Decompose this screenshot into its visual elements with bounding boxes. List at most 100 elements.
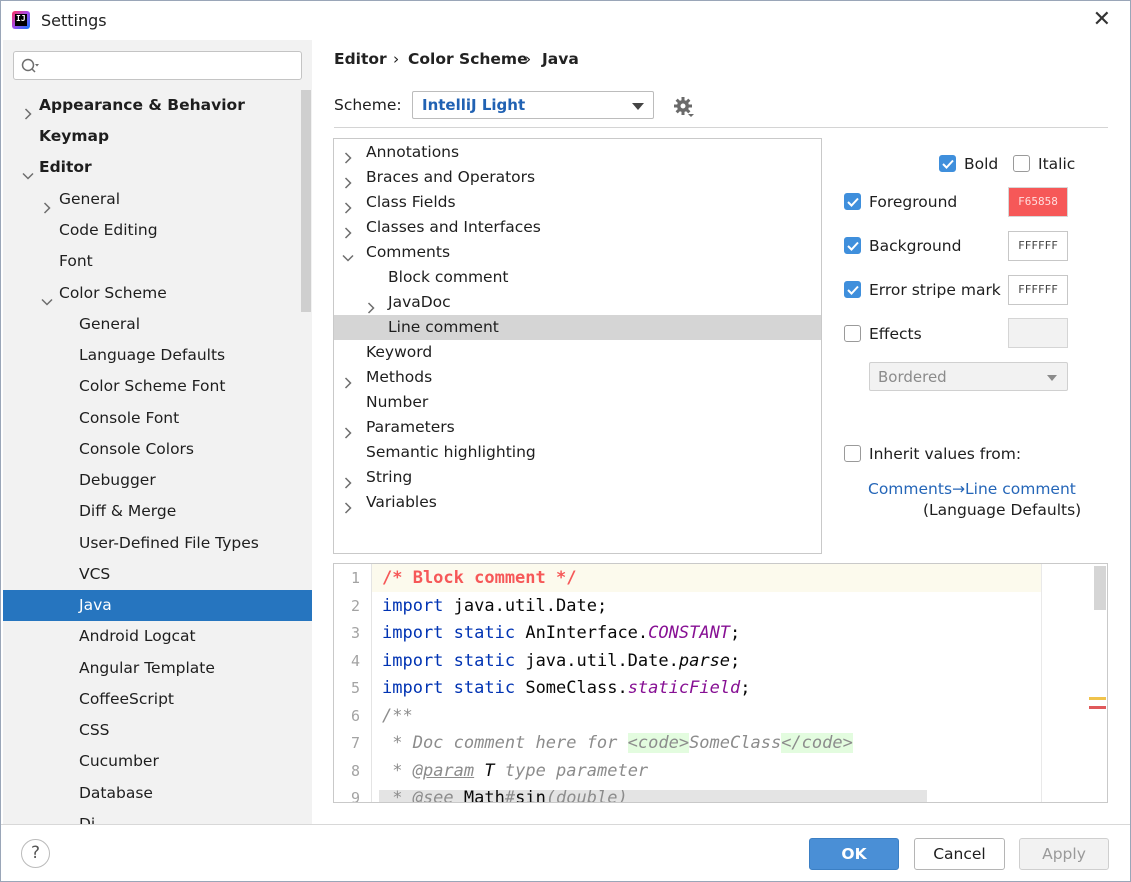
sidebar-item-java[interactable]: Java (3, 590, 312, 621)
sidebar-item-label: Console Colors (79, 440, 195, 458)
help-button[interactable]: ? (21, 839, 50, 868)
attribute-annotations[interactable]: Annotations (334, 140, 821, 165)
sidebar-item-code-editing[interactable]: Code Editing (3, 215, 312, 246)
chevron-down-icon[interactable] (342, 247, 354, 262)
preview-scrollbar[interactable] (1094, 566, 1106, 610)
sidebar-scrollbar[interactable] (301, 90, 311, 312)
close-icon[interactable]: ✕ (1093, 8, 1111, 32)
attribute-variables[interactable]: Variables (334, 490, 821, 515)
chevron-right-icon[interactable] (342, 172, 354, 189)
sidebar-item-cucumber[interactable]: Cucumber (3, 746, 312, 777)
separator (334, 127, 1108, 128)
attribute-class-fields[interactable]: Class Fields (334, 190, 821, 215)
sidebar-item-keymap[interactable]: Keymap (3, 121, 312, 152)
attribute-classes-and-interfaces[interactable]: Classes and Interfaces (334, 215, 821, 240)
code-line: * Doc comment here for <code>SomeClass</… (382, 730, 853, 757)
attribute-label: Classes and Interfaces (366, 218, 541, 236)
chevron-down-icon[interactable] (22, 162, 34, 180)
inherit-link[interactable]: Comments→Line comment (868, 480, 1076, 498)
code-token: # (504, 788, 516, 803)
sidebar-item-angular-template[interactable]: Angular Template (3, 653, 312, 684)
code-token: staticField (627, 678, 741, 698)
attribute-string[interactable]: String (334, 465, 821, 490)
attribute-number[interactable]: Number (334, 390, 821, 415)
sidebar-item-label: Android Logcat (79, 627, 196, 645)
error-stripe-color-swatch[interactable]: FFFFFF (1008, 275, 1068, 305)
sidebar-item-general[interactable]: General (3, 184, 312, 215)
sidebar-item-database[interactable]: Database (3, 778, 312, 809)
sidebar-item-appearance-behavior[interactable]: Appearance & Behavior (3, 90, 312, 121)
attribute-braces-and-operators[interactable]: Braces and Operators (334, 165, 821, 190)
chevron-right-icon[interactable] (342, 147, 354, 164)
sidebar-item-color-scheme[interactable]: Color Scheme (3, 278, 312, 309)
sidebar-item-editor[interactable]: Editor (3, 152, 312, 183)
sidebar-item-language-defaults[interactable]: Language Defaults (3, 340, 312, 371)
chevron-right-icon[interactable] (365, 297, 377, 314)
sidebar-item-font[interactable]: Font (3, 246, 312, 277)
attribute-parameters[interactable]: Parameters (334, 415, 821, 440)
breadcrumb-editor[interactable]: Editor (334, 50, 387, 68)
italic-checkbox[interactable] (1013, 155, 1030, 172)
chevron-right-icon[interactable] (41, 194, 53, 214)
foreground-color-swatch[interactable]: F65858 (1008, 187, 1068, 217)
inherit-label: Inherit values from: (869, 445, 1022, 463)
scheme-dropdown[interactable]: IntelliJ Light (412, 91, 654, 119)
scheme-dropdown-value: IntelliJ Light (422, 96, 526, 114)
sidebar-item-label: User-Defined File Types (79, 534, 259, 552)
bold-checkbox[interactable] (939, 155, 956, 172)
inherit-note: (Language Defaults) (923, 501, 1082, 519)
effects-checkbox[interactable] (844, 325, 861, 342)
attribute-line-comment[interactable]: Line comment (334, 315, 821, 340)
attribute-comments[interactable]: Comments (334, 240, 821, 265)
sidebar-item-label: Appearance & Behavior (39, 96, 245, 114)
line-number: 1 (350, 569, 360, 587)
inherit-checkbox[interactable] (844, 445, 861, 462)
chevron-right-icon[interactable] (342, 197, 354, 214)
sidebar-item-di[interactable]: Di... (3, 809, 312, 824)
chevron-right-icon[interactable] (342, 497, 354, 514)
warning-stripe-marker[interactable] (1089, 697, 1106, 700)
apply-button[interactable]: Apply (1019, 838, 1109, 870)
sidebar-item-coffeescript[interactable]: CoffeeScript (3, 684, 312, 715)
code-token: /* Block comment */ (382, 568, 577, 588)
breadcrumb-color-scheme[interactable]: Color Scheme (408, 50, 528, 68)
gear-icon[interactable] (673, 96, 695, 118)
sidebar-item-vcs[interactable]: VCS (3, 559, 312, 590)
code-token: T (484, 760, 495, 781)
chevron-right-icon[interactable] (342, 472, 354, 489)
error-stripe-marker[interactable] (1089, 706, 1106, 709)
chevron-right-icon[interactable] (342, 422, 354, 439)
sidebar-item-debugger[interactable]: Debugger (3, 465, 312, 496)
chevron-right-icon[interactable] (342, 372, 354, 389)
sidebar-item-console-colors[interactable]: Console Colors (3, 434, 312, 465)
error-stripe-checkbox[interactable] (844, 281, 861, 298)
effects-style-dropdown[interactable]: Bordered (869, 362, 1068, 391)
sidebar-item-user-defined-file-types[interactable]: User-Defined File Types (3, 528, 312, 559)
sidebar-item-android-logcat[interactable]: Android Logcat (3, 621, 312, 652)
attribute-javadoc[interactable]: JavaDoc (334, 290, 821, 315)
cancel-button[interactable]: Cancel (914, 838, 1005, 870)
ok-button[interactable]: OK (809, 838, 899, 870)
attribute-label: Annotations (366, 143, 460, 161)
chevron-down-icon[interactable] (41, 288, 53, 306)
sidebar-item-diff-merge[interactable]: Diff & Merge (3, 496, 312, 527)
chevron-right-icon[interactable] (342, 222, 354, 239)
settings-search-input[interactable] (13, 51, 302, 80)
attribute-label: Keyword (366, 343, 433, 361)
background-color-swatch[interactable]: FFFFFF (1008, 231, 1068, 261)
sidebar-item-cs-general[interactable]: General (3, 309, 312, 340)
chevron-right-icon[interactable] (22, 100, 34, 120)
background-checkbox[interactable] (844, 237, 861, 254)
code-preview[interactable]: 1 2 3 4 5 6 7 8 9 /* Block comment */ import java… (333, 563, 1108, 803)
foreground-checkbox[interactable] (844, 193, 861, 210)
attribute-semantic-highlighting[interactable]: Semantic highlighting (334, 440, 821, 465)
attribute-methods[interactable]: Methods (334, 365, 821, 390)
sidebar-item-label: Color Scheme (59, 284, 167, 302)
attribute-block-comment[interactable]: Block comment (334, 265, 821, 290)
sidebar-item-console-font[interactable]: Console Font (3, 403, 312, 434)
sidebar-item-css[interactable]: CSS (3, 715, 312, 746)
effects-color-swatch[interactable] (1008, 318, 1068, 348)
sidebar-item-color-scheme-font[interactable]: Color Scheme Font (3, 371, 312, 402)
attribute-keyword[interactable]: Keyword (334, 340, 821, 365)
